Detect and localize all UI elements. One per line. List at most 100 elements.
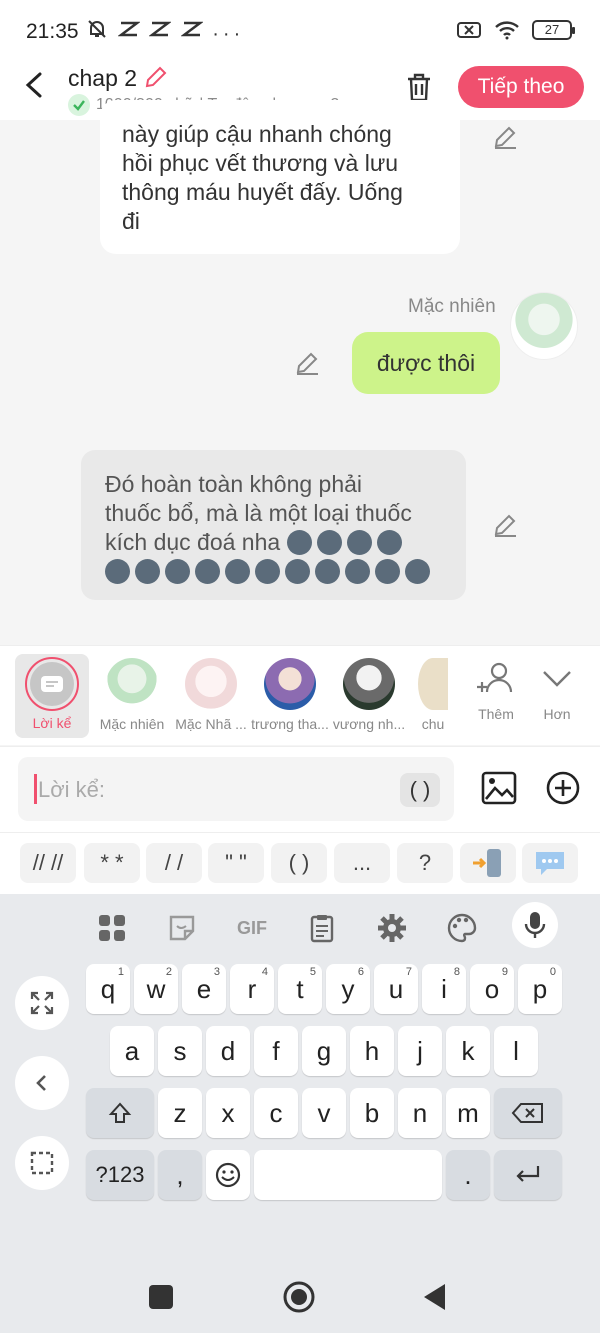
edit-message-icon[interactable]: [492, 124, 518, 150]
format-button[interactable]: ?: [397, 843, 453, 883]
key-w[interactable]: w2: [134, 964, 178, 1014]
key-hint: 1: [117, 966, 124, 978]
avatar[interactable]: [510, 292, 578, 360]
character-label: Mặc Nhã ...: [175, 716, 247, 732]
chat-bubble-narration[interactable]: này giúp cậu nhanh chóng hồi phục vết th…: [100, 100, 460, 254]
format-button[interactable]: * *: [84, 843, 140, 883]
character-item[interactable]: trương tha...: [250, 654, 330, 740]
key-i[interactable]: i8: [422, 964, 466, 1014]
key-y[interactable]: y6: [326, 964, 370, 1014]
edit-message-icon[interactable]: [294, 350, 320, 376]
notification-icons: ···: [86, 18, 244, 46]
character-item[interactable]: chu: [410, 654, 456, 740]
key-p[interactable]: p0: [518, 964, 562, 1014]
mic-icon[interactable]: [512, 902, 558, 948]
key-o[interactable]: o9: [470, 964, 514, 1014]
chat-bubble-narration-grey[interactable]: Đó hoàn toàn không phải thuốc bổ, mà là …: [81, 450, 466, 600]
numbers-key[interactable]: ?123: [86, 1150, 154, 1200]
key-a[interactable]: a: [110, 1026, 154, 1076]
backspace-key[interactable]: [494, 1088, 562, 1138]
key-label: r: [247, 974, 257, 1004]
key-t[interactable]: t5: [278, 964, 322, 1014]
key-hint: 2: [165, 966, 172, 978]
character-item[interactable]: vương nh...: [329, 654, 409, 740]
format-button[interactable]: " ": [208, 843, 264, 883]
back-icon[interactable]: [20, 68, 50, 102]
key-q[interactable]: q1: [86, 964, 130, 1014]
gear-icon[interactable]: [372, 908, 412, 948]
character-narration[interactable]: Lời kể: [15, 654, 89, 738]
key-hint: 0: [549, 966, 556, 978]
key-u[interactable]: u7: [374, 964, 418, 1014]
key-v[interactable]: v: [302, 1088, 346, 1138]
avatar: [264, 658, 316, 710]
sender-name: Mặc nhiên: [408, 296, 496, 317]
check-icon: [68, 94, 90, 116]
enter-key[interactable]: [494, 1150, 562, 1200]
edit-message-icon[interactable]: [492, 512, 518, 538]
character-item[interactable]: Mặc Nhã ...: [171, 654, 251, 740]
period-key[interactable]: .: [446, 1150, 490, 1200]
key-label: t: [296, 974, 304, 1004]
key-h[interactable]: h: [350, 1026, 394, 1076]
space-key[interactable]: [254, 1150, 442, 1200]
moon-emoji-row: [286, 529, 407, 555]
trash-icon[interactable]: [402, 70, 436, 104]
app-icon: [148, 21, 172, 37]
key-r[interactable]: r4: [230, 964, 274, 1014]
chapter-title[interactable]: chap 2: [68, 64, 169, 92]
more-characters-button[interactable]: Hơn: [527, 654, 587, 722]
key-n[interactable]: n: [398, 1088, 442, 1138]
palette-icon[interactable]: [442, 908, 482, 948]
add-character-button[interactable]: Thêm: [466, 654, 526, 722]
sticker-icon[interactable]: [162, 908, 202, 948]
key-j[interactable]: j: [398, 1026, 442, 1076]
parentheses-button[interactable]: ( ): [400, 773, 440, 807]
message-input[interactable]: Lời kể: ( ): [18, 757, 454, 821]
key-l[interactable]: l: [494, 1026, 538, 1076]
character-label: chu: [421, 716, 445, 732]
key-b[interactable]: b: [350, 1088, 394, 1138]
key-hint: 5: [309, 966, 316, 978]
comma-key[interactable]: ,: [158, 1150, 202, 1200]
format-button[interactable]: / /: [146, 843, 202, 883]
image-icon[interactable]: [480, 769, 518, 807]
chevron-left-icon[interactable]: [15, 1056, 69, 1110]
clipboard-icon[interactable]: [302, 908, 342, 948]
character-item[interactable]: Mặc nhiên: [92, 654, 172, 740]
key-d[interactable]: d: [206, 1026, 250, 1076]
key-e[interactable]: e3: [182, 964, 226, 1014]
shift-key[interactable]: [86, 1088, 154, 1138]
backspace-icon: [511, 1103, 543, 1123]
key-m[interactable]: m: [446, 1088, 490, 1138]
text-caret: [34, 774, 37, 804]
plus-circle-icon[interactable]: [544, 769, 582, 807]
edit-icon[interactable]: [143, 64, 169, 90]
format-button[interactable]: // //: [20, 843, 76, 883]
next-button[interactable]: Tiếp theo: [458, 66, 584, 108]
key-c[interactable]: c: [254, 1088, 298, 1138]
key-g[interactable]: g: [302, 1026, 346, 1076]
key-z[interactable]: z: [158, 1088, 202, 1138]
square-icon[interactable]: [148, 1284, 174, 1310]
switch-device-icon: [473, 849, 501, 877]
switch-device-button[interactable]: [460, 843, 516, 883]
key-s[interactable]: s: [158, 1026, 202, 1076]
chat-bubble-character[interactable]: được thôi: [352, 332, 500, 394]
gif-button[interactable]: GIF: [232, 908, 272, 948]
character-bar: Lời kể Mặc nhiên Mặc Nhã ... trương tha.…: [0, 645, 600, 745]
expand-icon[interactable]: [15, 976, 69, 1030]
key-f[interactable]: f: [254, 1026, 298, 1076]
key-k[interactable]: k: [446, 1026, 490, 1076]
message-line: hồi phục vết thương và lưu: [122, 150, 399, 176]
key-x[interactable]: x: [206, 1088, 250, 1138]
input-row: Lời kể: ( ): [0, 746, 600, 832]
emoji-key[interactable]: [206, 1150, 250, 1200]
format-button[interactable]: ...: [334, 843, 390, 883]
chat-bubble-button[interactable]: [522, 843, 578, 883]
circle-icon[interactable]: [282, 1280, 316, 1314]
triangle-icon[interactable]: [422, 1282, 448, 1312]
grid-icon[interactable]: [92, 908, 132, 948]
format-button[interactable]: ( ): [271, 843, 327, 883]
select-icon[interactable]: [15, 1136, 69, 1190]
